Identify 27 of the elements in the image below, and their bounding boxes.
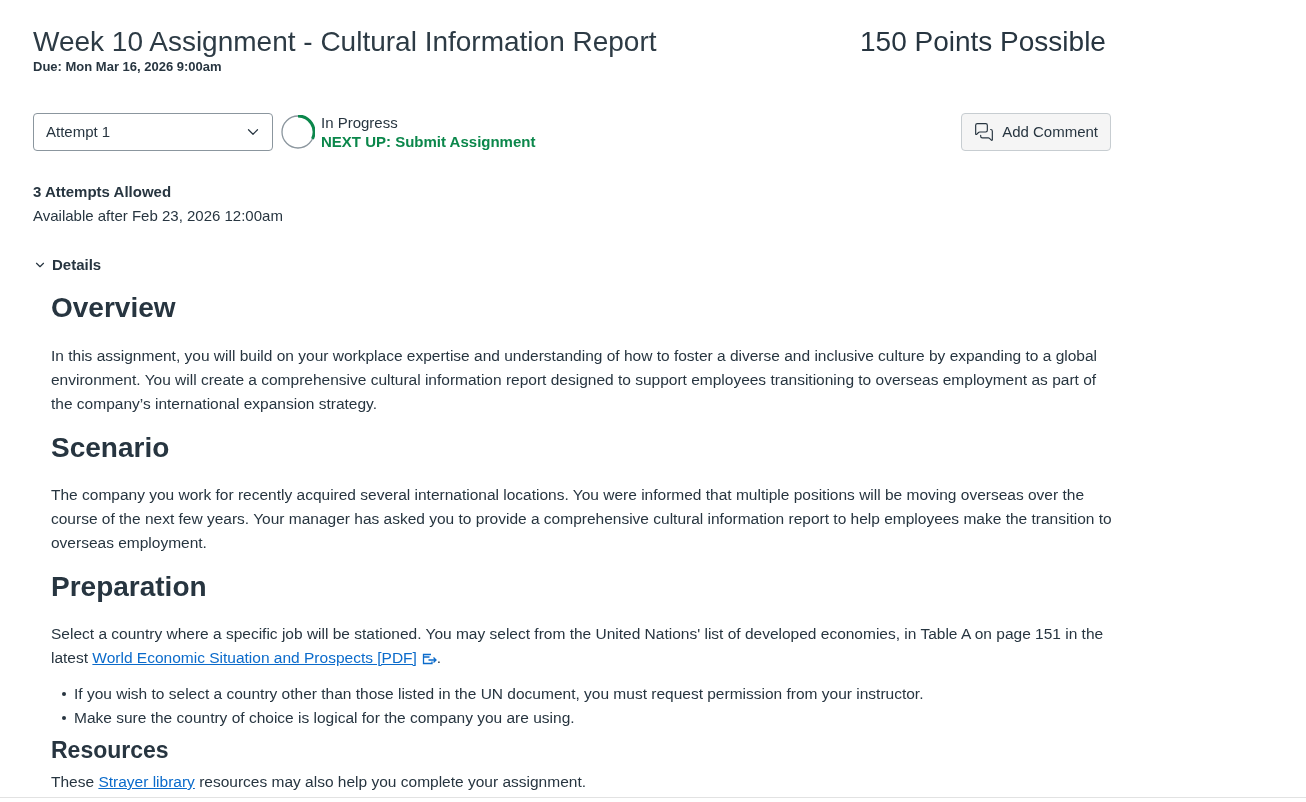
paragraph: The company you work for recently acquired several international locations. You were informed that multiple positions will be moving overseas over the course of the next few years. Your manager has asked you to provide a comprehensive cultural information report to help employees make the transition to overseas employment. — [51, 485, 1113, 553]
attempts-allowed: 3 Attempts Allowed — [33, 182, 172, 202]
attempt-select[interactable]: Attempt 1 — [33, 113, 273, 151]
section-heading: Scenario — [51, 431, 170, 465]
points-possible: 150 Points Possible — [860, 25, 1106, 59]
link[interactable]: Strayer library — [98, 773, 195, 790]
section-heading: Overview — [51, 291, 176, 325]
section-heading: Preparation — [51, 570, 207, 604]
list-item-text: Make sure the country of choice is logical for the company you are using. — [74, 708, 575, 728]
speech-bubbles-icon — [974, 122, 995, 142]
status-label: In Progress — [321, 113, 399, 132]
section-subheading: Resources — [51, 736, 169, 764]
due-date: Due: Mon Mar 16, 2026 9:00am — [33, 59, 222, 75]
availability-date: Available after Feb 23, 2026 12:00am — [33, 206, 283, 226]
details-toggle[interactable]: Details — [33, 254, 102, 276]
link[interactable]: World Economic Situation and Prospects [PDF] — [92, 649, 437, 666]
bullet-icon — [62, 692, 66, 696]
paragraph: Select a country where a specific job will be stationed. You may select from the United Nations' list of developed economies, in Table A on page 151 in the latest World Economic Situation and Prospects [PDF] . — [51, 624, 1105, 668]
bullet-icon — [62, 716, 66, 720]
list-item-text: If you wish to select a country other than those listed in the UN document, you must request permission from your instructor. — [74, 684, 924, 704]
add-comment-button[interactable]: Add Comment — [961, 113, 1111, 151]
assignment-title: Week 10 Assignment - Cultural Information Report — [33, 25, 657, 59]
paragraph: In this assignment, you will build on your workplace expertise and understanding of how to foster a diverse and inclusive culture by expanding to a global environment. You will create a comprehensive cultural information report designed to support employees transitioning to overseas employment as part of the company’s international expansion strategy. — [51, 346, 1098, 414]
external-link-icon — [421, 653, 437, 665]
progress-ring-icon — [281, 115, 315, 149]
paragraph: These Strayer library resources may also help you complete your assignment. — [51, 772, 587, 792]
next-up-label: NEXT UP: Submit Assignment — [321, 132, 536, 151]
